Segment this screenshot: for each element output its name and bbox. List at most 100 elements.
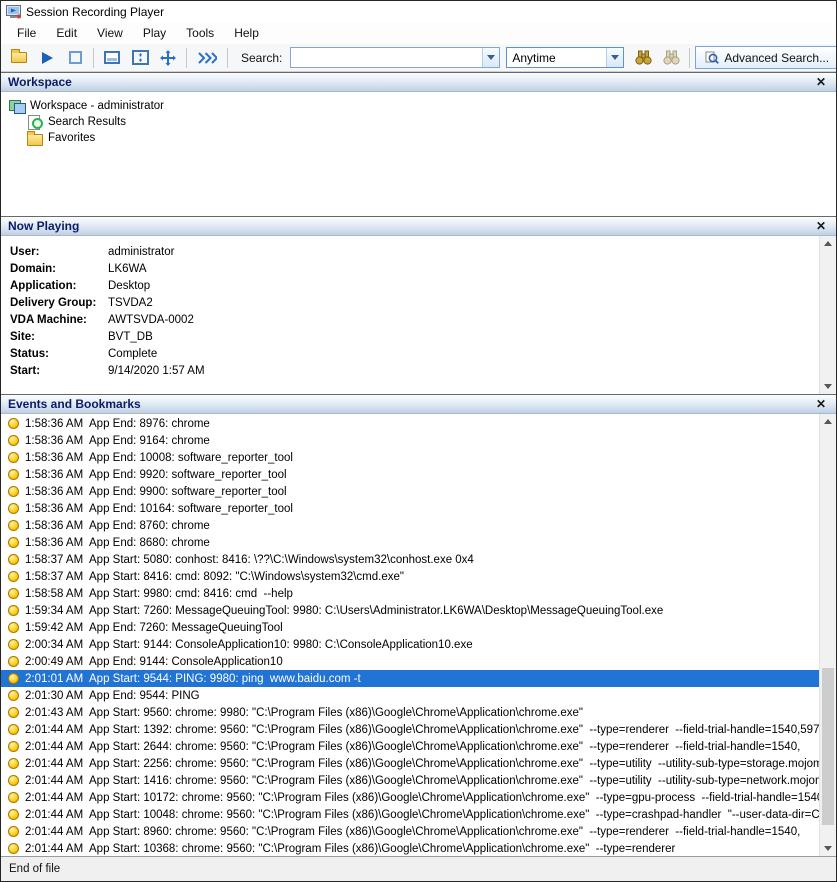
event-text: App Start: 8960: chrome: 9560: "C:\Progr… — [89, 826, 800, 838]
pan-button[interactable] — [155, 46, 181, 70]
event-row[interactable]: 1:58:36 AMApp End: 9920: software_report… — [1, 466, 819, 483]
open-button[interactable] — [6, 46, 32, 70]
menu-item-tools[interactable]: Tools — [176, 22, 224, 44]
scrollbar-track[interactable] — [820, 251, 836, 379]
toolbar: Search: Anytime — [1, 44, 836, 72]
tree-item[interactable]: Workspace - administrator — [1, 98, 836, 114]
event-row[interactable]: 2:01:43 AMApp Start: 9560: chrome: 9980:… — [1, 704, 819, 721]
binoculars-icon — [635, 50, 652, 65]
tree-item-label: Workspace - administrator — [30, 100, 164, 112]
event-row[interactable]: 2:01:44 AMApp Start: 1416: chrome: 9560:… — [1, 772, 819, 789]
event-row[interactable]: 1:59:42 AMApp End: 7260: MessageQueuingT… — [1, 619, 819, 636]
scroll-up-button[interactable] — [820, 414, 836, 429]
event-row[interactable]: 1:58:36 AMApp End: 10008: software_repor… — [1, 449, 819, 466]
magnifier-icon — [705, 51, 719, 65]
scrollbar-thumb[interactable] — [822, 668, 834, 825]
event-row[interactable]: 2:01:30 AMApp End: 9544: PING — [1, 687, 819, 704]
menu-item-help[interactable]: Help — [224, 22, 269, 44]
event-time: 2:01:44 AM — [25, 724, 89, 736]
event-bookmark-icon — [8, 690, 19, 701]
event-time: 2:01:01 AM — [25, 673, 89, 685]
tree-item[interactable]: Favorites — [1, 130, 836, 146]
menu-item-view[interactable]: View — [87, 22, 133, 44]
event-bookmark-icon — [8, 588, 19, 599]
event-row[interactable]: 1:58:36 AMApp End: 8760: chrome — [1, 517, 819, 534]
pan-icon — [160, 50, 176, 66]
event-text: App End: 9544: PING — [89, 690, 200, 702]
events-scrollbar[interactable] — [819, 414, 836, 856]
menu-item-file[interactable]: File — [7, 22, 46, 44]
time-filter-dropdown-arrow-icon[interactable] — [606, 48, 623, 67]
event-row[interactable]: 2:00:34 AMApp Start: 9144: ConsoleApplic… — [1, 636, 819, 653]
event-row[interactable]: 2:01:44 AMApp Start: 2644: chrome: 9560:… — [1, 738, 819, 755]
menu-item-play[interactable]: Play — [133, 22, 176, 44]
event-text: App End: 7260: MessageQueuingTool — [89, 622, 283, 634]
workspace-icon — [9, 99, 25, 113]
fullscreen-button[interactable] — [99, 46, 125, 70]
now-playing-panel: Now Playing ✕ User:administratorDomain:L… — [1, 216, 836, 394]
fit-window-button[interactable] — [127, 46, 153, 70]
event-bookmark-icon — [8, 452, 19, 463]
time-filter-combobox[interactable]: Anytime — [506, 47, 624, 68]
event-row[interactable]: 1:58:37 AMApp Start: 5080: conhost: 8416… — [1, 551, 819, 568]
event-text: App End: 10008: software_reporter_tool — [89, 452, 293, 464]
find-next-button[interactable] — [658, 46, 684, 70]
find-previous-button[interactable] — [630, 46, 656, 70]
status-bar: End of file — [1, 856, 836, 881]
field-label: VDA Machine: — [10, 314, 108, 326]
event-row[interactable]: 1:58:36 AMApp End: 10164: software_repor… — [1, 500, 819, 517]
event-bookmark-icon — [8, 571, 19, 582]
event-row[interactable]: 1:58:36 AMApp End: 8680: chrome — [1, 534, 819, 551]
workspace-close-button[interactable]: ✕ — [813, 75, 829, 89]
field-value: 9/14/2020 1:57 AM — [108, 365, 205, 377]
now-playing-scrollbar[interactable] — [819, 236, 836, 394]
event-row[interactable]: 2:01:44 AMApp Start: 1392: chrome: 9560:… — [1, 721, 819, 738]
event-row[interactable]: 2:01:44 AMApp Start: 8960: chrome: 9560:… — [1, 823, 819, 840]
event-text: App Start: 10368: chrome: 9560: "C:\Prog… — [89, 843, 675, 855]
scrollbar-track[interactable] — [820, 429, 836, 841]
event-row[interactable]: 2:01:01 AMApp Start: 9544: PING: 9980: p… — [1, 670, 819, 687]
field-value: BVT_DB — [108, 331, 153, 343]
tree-item[interactable]: Search Results — [1, 114, 836, 130]
event-time: 1:58:36 AM — [25, 486, 89, 498]
menu-item-edit[interactable]: Edit — [46, 22, 87, 44]
event-row[interactable]: 1:58:36 AMApp End: 8976: chrome — [1, 415, 819, 432]
advanced-search-button[interactable]: Advanced Search... — [695, 46, 837, 69]
scroll-up-button[interactable] — [820, 236, 836, 251]
play-button[interactable] — [34, 46, 60, 70]
event-row[interactable]: 1:58:36 AMApp End: 9164: chrome — [1, 432, 819, 449]
now-playing-panel-title: Now Playing — [8, 219, 79, 233]
field-value: TSVDA2 — [108, 297, 153, 309]
search-dropdown-arrow-icon[interactable] — [482, 48, 499, 67]
scroll-down-button[interactable] — [820, 841, 836, 856]
event-row[interactable]: 1:58:36 AMApp End: 9900: software_report… — [1, 483, 819, 500]
event-text: App Start: 10172: chrome: 9560: "C:\Prog… — [89, 792, 819, 804]
now-playing-close-button[interactable]: ✕ — [813, 219, 829, 233]
scroll-down-button[interactable] — [820, 379, 836, 394]
event-time: 2:01:30 AM — [25, 690, 89, 702]
events-close-button[interactable]: ✕ — [813, 397, 829, 411]
stop-button[interactable] — [62, 46, 88, 70]
tree-item-label: Search Results — [48, 116, 126, 128]
now-playing-panel-header: Now Playing ✕ — [1, 216, 836, 236]
event-row[interactable]: 2:01:44 AMApp Start: 10048: chrome: 9560… — [1, 806, 819, 823]
event-row[interactable]: 1:58:58 AMApp Start: 9980: cmd: 8416: cm… — [1, 585, 819, 602]
event-text: App Start: 1392: chrome: 9560: "C:\Progr… — [89, 724, 819, 736]
event-row[interactable]: 1:59:34 AMApp Start: 7260: MessageQueuin… — [1, 602, 819, 619]
event-bookmark-icon — [8, 469, 19, 480]
event-row[interactable]: 2:01:44 AMApp Start: 10172: chrome: 9560… — [1, 789, 819, 806]
field-label: Domain: — [10, 263, 108, 275]
toolbar-separator — [227, 48, 228, 68]
search-combobox[interactable] — [290, 47, 500, 68]
event-time: 2:01:44 AM — [25, 843, 89, 855]
fast-forward-button[interactable] — [192, 46, 222, 70]
event-bookmark-icon — [8, 622, 19, 633]
session-recording-player-window: Session Recording Player FileEditViewPla… — [0, 0, 837, 882]
event-bookmark-icon — [8, 843, 19, 854]
event-row[interactable]: 2:01:44 AMApp Start: 2256: chrome: 9560:… — [1, 755, 819, 772]
fast-forward-icon — [198, 52, 217, 64]
event-row[interactable]: 1:58:37 AMApp Start: 8416: cmd: 8092: "C… — [1, 568, 819, 585]
event-text: App Start: 7260: MessageQueuingTool: 998… — [89, 605, 663, 617]
event-row[interactable]: 2:00:49 AMApp End: 9144: ConsoleApplicat… — [1, 653, 819, 670]
event-row[interactable]: 2:01:44 AMApp Start: 10368: chrome: 9560… — [1, 840, 819, 856]
